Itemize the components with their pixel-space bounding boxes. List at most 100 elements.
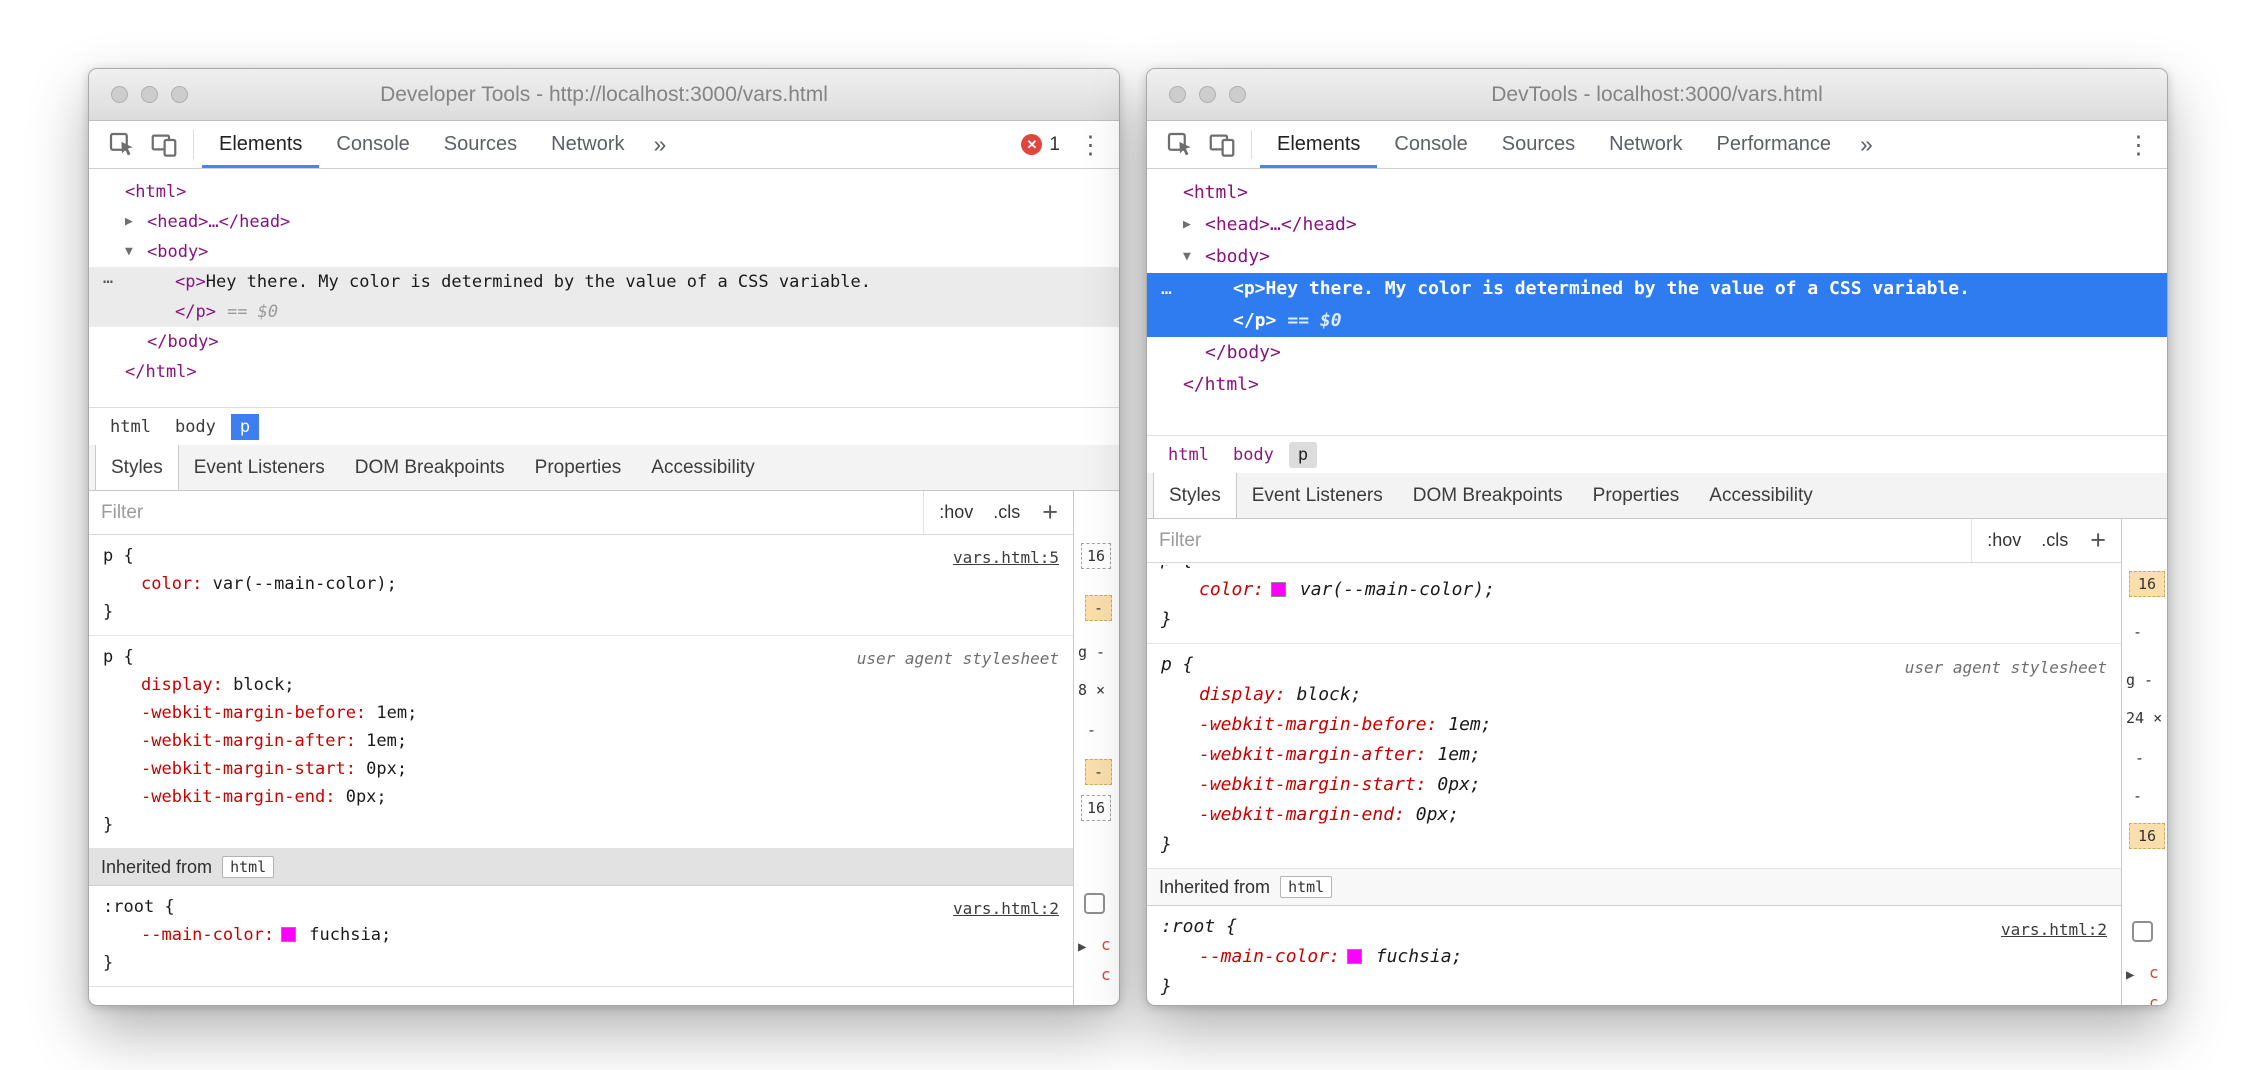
cls-toggle-button[interactable]: .cls <box>993 502 1020 523</box>
box-model-value[interactable]: 16 <box>1081 543 1111 569</box>
color-swatch[interactable] <box>281 927 296 942</box>
property-value[interactable]: fuchsia; <box>299 925 391 945</box>
css-property[interactable]: color: var(--main-color); <box>1147 575 2121 605</box>
css-property[interactable]: -webkit-margin-before: 1em; <box>89 699 1073 727</box>
tree-node-html-close[interactable]: </html> <box>89 357 1119 387</box>
property-name[interactable]: -webkit-margin-before: <box>1199 714 1437 735</box>
more-tabs-icon[interactable]: » <box>642 121 679 168</box>
css-property[interactable]: display: block; <box>89 671 1073 699</box>
hov-toggle-button[interactable]: :hov <box>939 502 973 523</box>
new-style-rule-button[interactable]: + <box>2090 525 2106 556</box>
css-property[interactable]: --main-color: fuchsia; <box>1147 942 2121 972</box>
property-name[interactable]: display: <box>141 675 223 695</box>
cls-toggle-button[interactable]: .cls <box>2041 530 2068 551</box>
property-name[interactable]: -webkit-margin-after: <box>1199 744 1427 765</box>
disclosure-triangle-icon[interactable]: ▶ <box>125 207 133 237</box>
box-model-value[interactable]: 16 <box>1081 795 1111 821</box>
property-value[interactable]: block; <box>1286 684 1362 705</box>
tree-node-body-close[interactable]: </body> <box>1147 337 2167 369</box>
checkbox[interactable] <box>2132 921 2153 942</box>
property-name[interactable]: color: <box>1199 579 1264 600</box>
disclosure-triangle-icon[interactable]: ▼ <box>125 237 133 267</box>
property-name[interactable]: --main-color: <box>1199 946 1340 967</box>
box-model-value[interactable]: 16 <box>2129 571 2165 597</box>
minimize-button[interactable] <box>1199 86 1216 103</box>
css-property[interactable]: -webkit-margin-end: 0px; <box>89 783 1073 811</box>
property-value[interactable]: var(--main-color); <box>1289 579 1495 600</box>
zoom-button[interactable] <box>171 86 188 103</box>
css-property[interactable]: -webkit-margin-before: 1em; <box>1147 710 2121 740</box>
property-name[interactable]: -webkit-margin-after: <box>141 731 356 751</box>
tree-node-body[interactable]: ▼<body> <box>89 237 1119 267</box>
tree-node-html-close[interactable]: </html> <box>1147 369 2167 401</box>
box-model-value[interactable]: - <box>1085 595 1112 621</box>
expander-triangle-icon[interactable]: ▶ <box>2126 967 2134 983</box>
tab-properties[interactable]: Properties <box>520 445 637 490</box>
property-value[interactable]: 1em; <box>1427 744 1481 765</box>
selected-tree-node-p[interactable]: … <p>Hey there. My color is determined b… <box>1147 273 2167 337</box>
property-value[interactable]: 0px; <box>1427 774 1481 795</box>
css-property[interactable]: -webkit-margin-end: 0px; <box>1147 800 2121 830</box>
tree-node-head[interactable]: ▶<head>…</head> <box>1147 209 2167 241</box>
tab-console[interactable]: Console <box>319 121 426 168</box>
checkbox[interactable] <box>1084 893 1105 914</box>
inspect-element-icon[interactable] <box>1159 121 1201 168</box>
property-value[interactable]: block; <box>223 675 295 695</box>
tab-event-listeners[interactable]: Event Listeners <box>1237 473 1398 518</box>
breadcrumb-item-p[interactable]: p <box>231 414 259 440</box>
property-name[interactable]: display: <box>1199 684 1286 705</box>
breadcrumb-item-html[interactable]: html <box>101 414 160 440</box>
stylesheet-link[interactable]: vars.html:5 <box>953 544 1059 572</box>
rule-selector[interactable]: p { <box>89 542 1073 570</box>
tab-network[interactable]: Network <box>1592 121 1699 168</box>
filter-input[interactable]: Filter <box>1159 530 1971 552</box>
stylesheet-link[interactable]: vars.html:2 <box>2001 915 2107 945</box>
tree-node-html[interactable]: <html> <box>89 177 1119 207</box>
tree-node-body-close[interactable]: </body> <box>89 327 1119 357</box>
tab-performance[interactable]: Performance <box>1700 121 1849 168</box>
kebab-menu-icon[interactable]: ⋮ <box>1070 121 1119 168</box>
breadcrumb-item-body[interactable]: body <box>166 414 225 440</box>
more-tabs-icon[interactable]: » <box>1848 121 1885 168</box>
breadcrumb-item-p[interactable]: p <box>1289 442 1317 468</box>
close-button[interactable] <box>1169 86 1186 103</box>
tab-sources[interactable]: Sources <box>427 121 534 168</box>
inherited-tag-link[interactable]: html <box>1280 876 1332 898</box>
disclosure-triangle-icon[interactable]: ▼ <box>1183 241 1191 273</box>
rule-selector[interactable]: :root { <box>89 893 1073 921</box>
property-value[interactable]: 0px; <box>356 759 407 779</box>
css-property[interactable]: -webkit-margin-start: 0px; <box>89 755 1073 783</box>
property-name[interactable]: -webkit-margin-before: <box>141 703 366 723</box>
property-name[interactable]: -webkit-margin-end: <box>1199 804 1405 825</box>
breadcrumb-item-html[interactable]: html <box>1159 442 1218 468</box>
property-name[interactable]: -webkit-margin-start: <box>1199 774 1427 795</box>
property-name[interactable]: -webkit-margin-start: <box>141 759 356 779</box>
tab-console[interactable]: Console <box>1377 121 1484 168</box>
tab-event-listeners[interactable]: Event Listeners <box>179 445 340 490</box>
stylesheet-link[interactable]: vars.html:2 <box>953 895 1059 923</box>
color-swatch[interactable] <box>1271 582 1286 597</box>
selected-tree-node-p[interactable]: ⋯ <p>Hey there. My color is determined b… <box>89 267 1119 327</box>
inspect-element-icon[interactable] <box>101 121 143 168</box>
rule-selector[interactable]: :root { <box>1147 912 2121 942</box>
property-value[interactable]: 1em; <box>1437 714 1491 735</box>
close-button[interactable] <box>111 86 128 103</box>
property-value[interactable]: var(--main-color); <box>202 574 396 594</box>
zoom-button[interactable] <box>1229 86 1246 103</box>
minimize-button[interactable] <box>141 86 158 103</box>
tab-network[interactable]: Network <box>534 121 641 168</box>
box-model-value[interactable]: 16 <box>2129 823 2165 849</box>
filter-input[interactable]: Filter <box>101 502 923 524</box>
tab-elements[interactable]: Elements <box>202 121 319 168</box>
tree-node-html[interactable]: <html> <box>1147 177 2167 209</box>
tab-accessibility[interactable]: Accessibility <box>1694 473 1827 518</box>
property-value[interactable]: 1em; <box>366 703 417 723</box>
device-toolbar-icon[interactable] <box>1201 121 1243 168</box>
error-badge[interactable]: ✕ 1 <box>1011 121 1070 168</box>
property-name[interactable]: --main-color: <box>141 925 274 945</box>
property-value[interactable]: 0px; <box>1405 804 1459 825</box>
breadcrumb-item-body[interactable]: body <box>1224 442 1283 468</box>
device-toolbar-icon[interactable] <box>143 121 185 168</box>
hov-toggle-button[interactable]: :hov <box>1987 530 2021 551</box>
tree-node-head[interactable]: ▶<head>…</head> <box>89 207 1119 237</box>
